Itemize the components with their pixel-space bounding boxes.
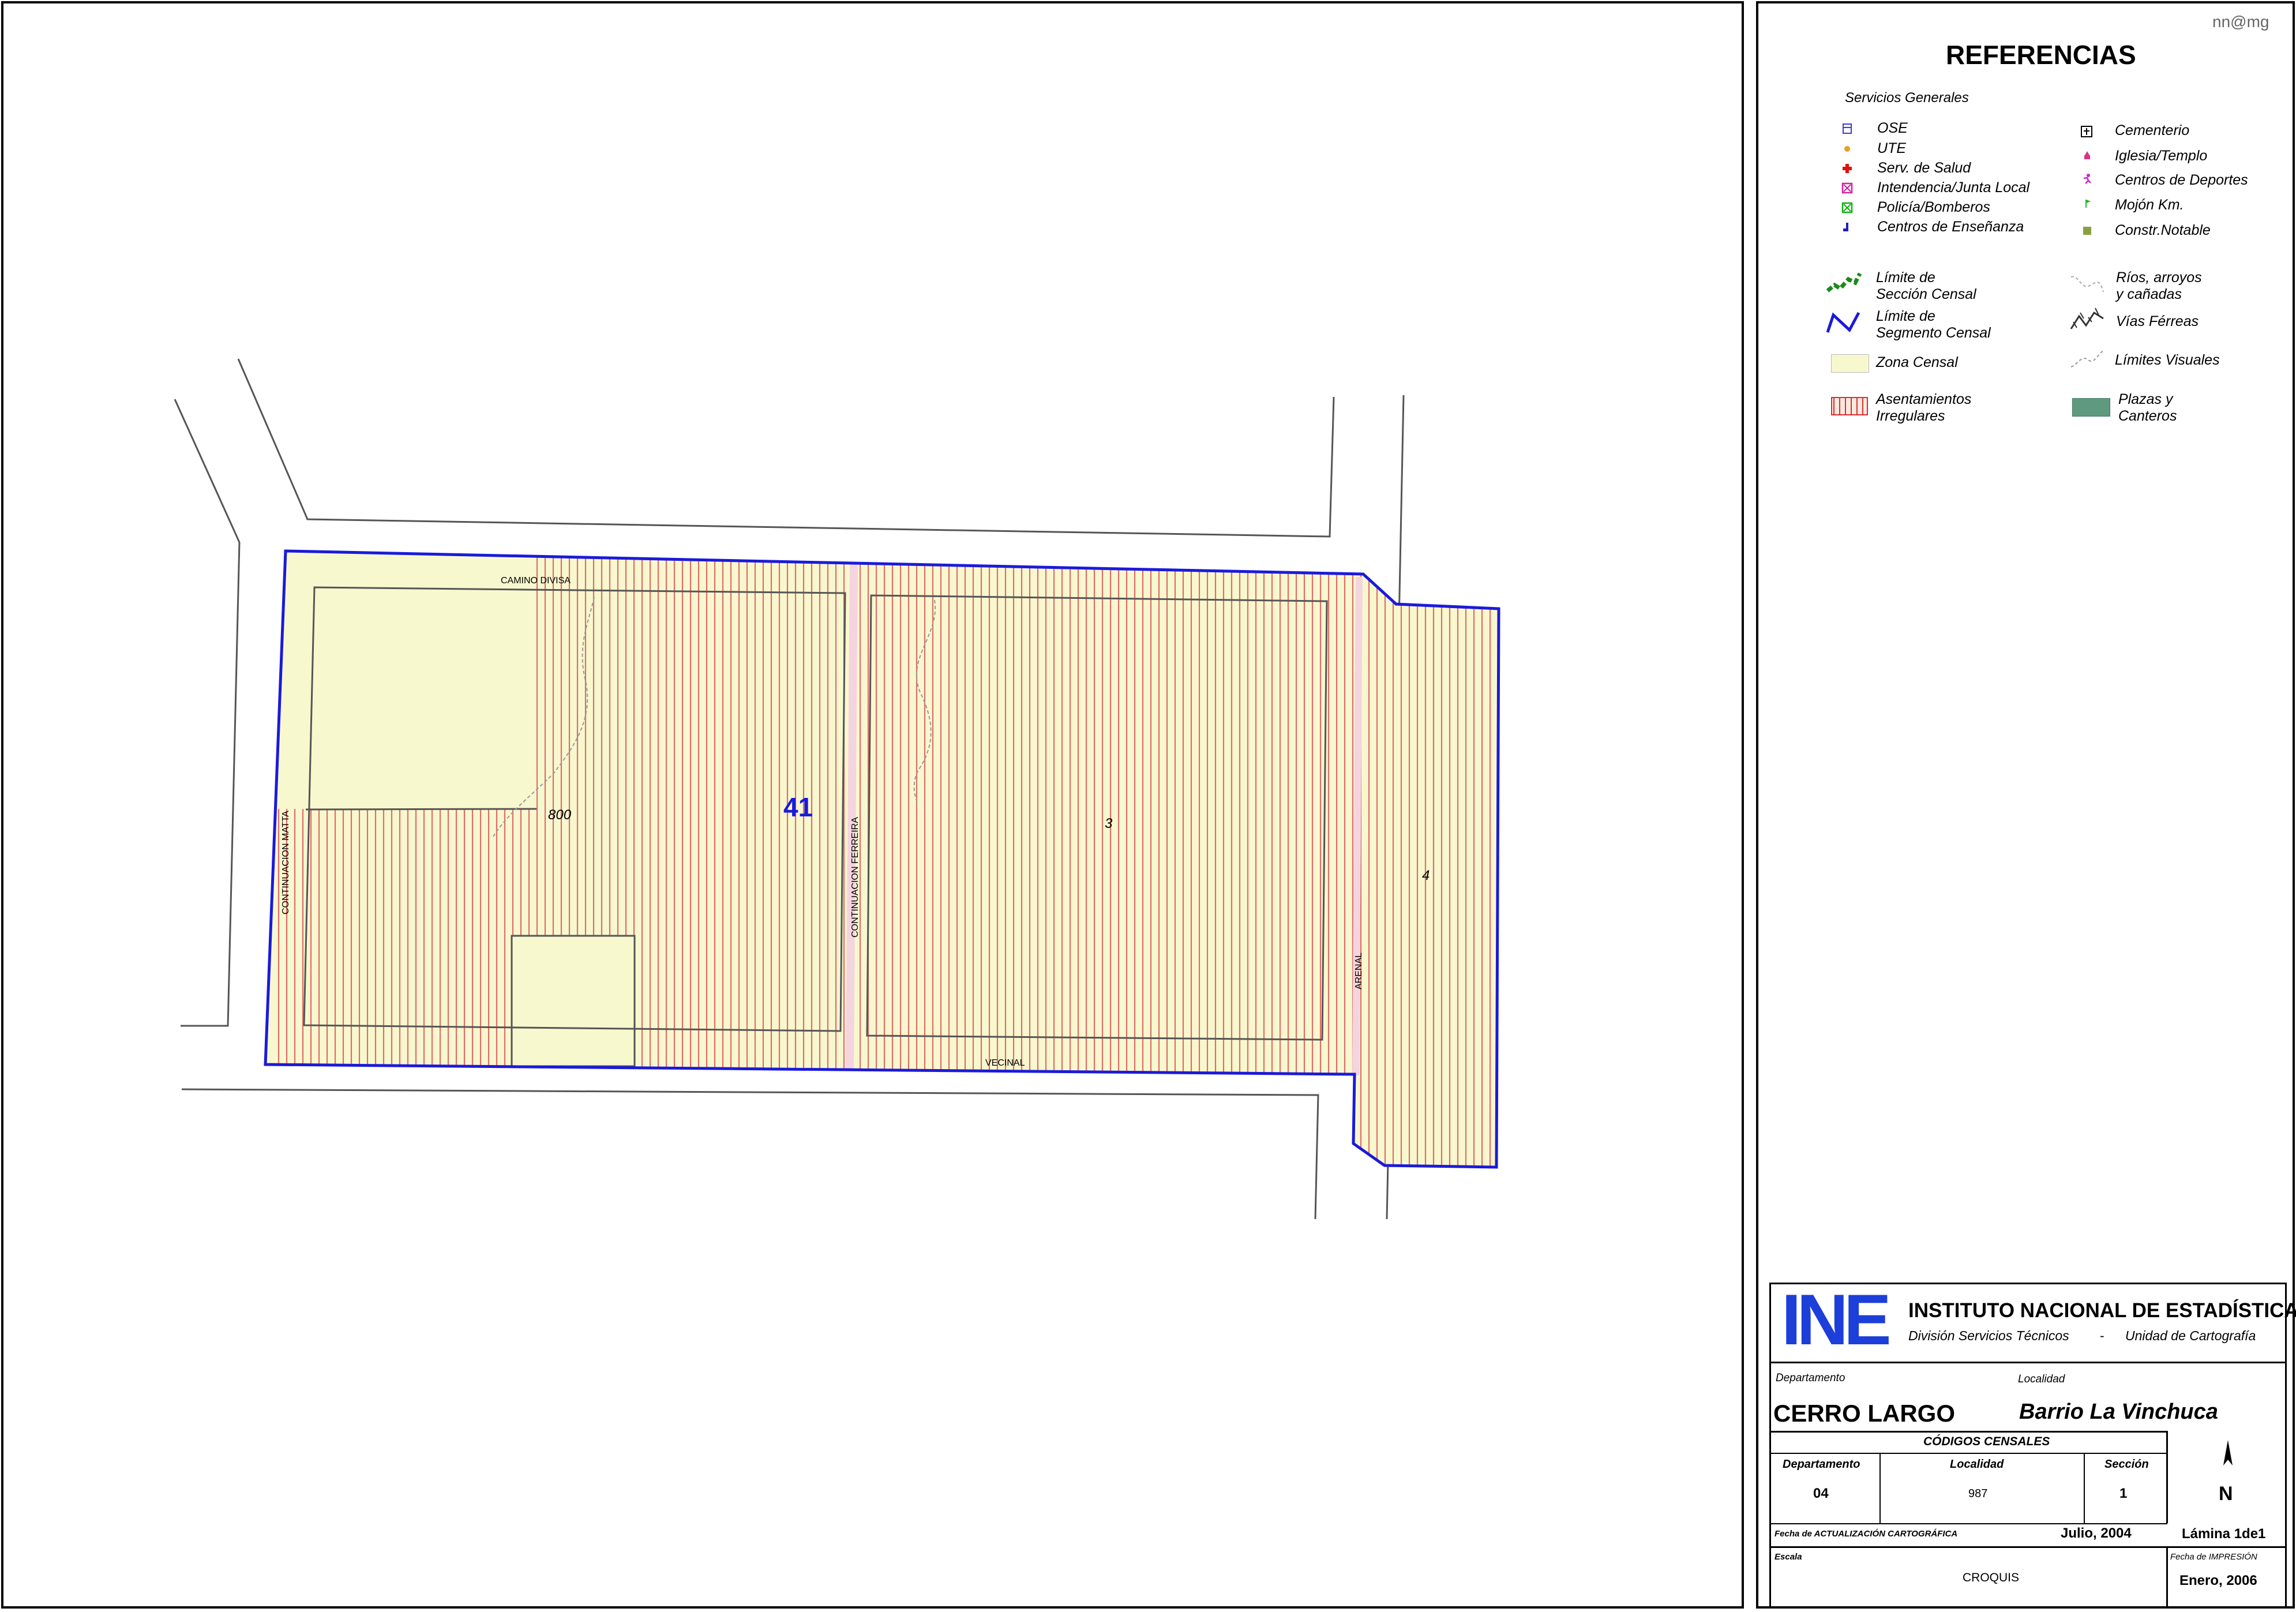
service-ensenanza: Centros de Enseñanza bbox=[1877, 219, 2024, 235]
lamina: Lámina 1de1 bbox=[2182, 1526, 2266, 1542]
legend-plazas-1: Plazas y bbox=[2118, 391, 2173, 407]
service-policia: Policía/Bomberos bbox=[1877, 199, 1990, 215]
zone-label-3: 3 bbox=[1105, 816, 1113, 831]
street-label-vecinal: VECINAL bbox=[985, 1058, 1025, 1068]
legend-plazas-2: Canteros bbox=[2118, 408, 2177, 424]
sports-icon bbox=[2083, 174, 2091, 184]
railway-icon bbox=[2070, 308, 2104, 329]
legend-section-limit-2: Sección Censal bbox=[1876, 286, 1976, 302]
escala-value: CROQUIS bbox=[1963, 1571, 2020, 1584]
school-icon bbox=[1843, 223, 1848, 231]
fecha-act-label: Fecha de ACTUALIZACIÓN CARTOGRÁFICA bbox=[1774, 1529, 1958, 1539]
intendencia-icon bbox=[1841, 182, 1853, 194]
escala-label: Escala bbox=[1774, 1552, 1802, 1562]
code-dep-value: 04 bbox=[1813, 1486, 1829, 1501]
ine-logo: INE bbox=[1781, 1280, 1892, 1360]
zone-label-800: 800 bbox=[548, 807, 572, 823]
zone-label-4: 4 bbox=[1422, 868, 1430, 883]
church-icon bbox=[2084, 151, 2090, 159]
fecha-imp-value: Enero, 2006 bbox=[2179, 1573, 2257, 1588]
fecha-imp-label: Fecha de IMPRESIÓN bbox=[2170, 1552, 2257, 1562]
org-sub-right: Unidad de Cartografía bbox=[2125, 1328, 2256, 1343]
asentamientos-swatch bbox=[1831, 397, 1868, 415]
section-limit-icon bbox=[1826, 272, 1862, 293]
visual-limits-icon bbox=[2070, 350, 2104, 368]
org-sub-left: División Servicios Técnicos bbox=[1908, 1328, 2069, 1343]
legend-title: REFERENCIAS bbox=[1946, 40, 2136, 70]
cemetery-icon bbox=[2081, 126, 2092, 137]
street-label-arenal: ARENAL bbox=[1354, 953, 1364, 989]
services-heading: Servicios Generales bbox=[1845, 90, 1969, 106]
legend-zona-censal: Zona Censal bbox=[1876, 354, 1958, 370]
departamento-value: CERRO LARGO bbox=[1773, 1400, 1955, 1427]
km-marker-icon bbox=[2085, 200, 2091, 208]
localidad-value: Barrio La Vinchuca bbox=[2019, 1400, 2218, 1424]
notable-building-icon bbox=[2083, 227, 2091, 235]
police-icon bbox=[1841, 202, 1853, 213]
rivers-icon bbox=[2070, 276, 2104, 293]
departamento-label: Departamento bbox=[1776, 1372, 1845, 1384]
segment-limit-icon bbox=[1826, 312, 1860, 333]
escala-rule bbox=[1769, 1546, 2287, 1548]
health-cross-icon bbox=[1843, 164, 1852, 173]
legend-asentamientos-1: Asentamientos bbox=[1876, 391, 1972, 407]
census-map[interactable]: CAMINO DIVISA CONTINUACION MATTA CONTINU… bbox=[0, 0, 1748, 1612]
service-cementerio: Cementerio bbox=[2115, 122, 2190, 138]
plazas-swatch bbox=[2072, 398, 2110, 417]
service-ose: OSE bbox=[1877, 120, 1908, 136]
service-mojon: Mojón Km. bbox=[2115, 197, 2184, 213]
service-salud: Serv. de Salud bbox=[1877, 160, 1971, 176]
segment-number: 41 bbox=[783, 792, 813, 822]
service-intendencia: Intendencia/Junta Local bbox=[1877, 179, 2030, 196]
legend-vias: Vías Férreas bbox=[2116, 313, 2199, 329]
codes-col-sep-3 bbox=[2166, 1431, 2168, 1523]
legend-section-limit-1: Límite de bbox=[1876, 269, 1935, 286]
code-loc-label: Localidad bbox=[1950, 1458, 2004, 1471]
legend-rios-1: Ríos, arroyos bbox=[2116, 269, 2202, 286]
zona-censal-swatch bbox=[1831, 354, 1869, 373]
escala-sep bbox=[2166, 1546, 2168, 1609]
org-name: INSTITUTO NACIONAL DE ESTADÍSTICA bbox=[1908, 1299, 2296, 1322]
service-constr-notable: Constr.Notable bbox=[2115, 222, 2211, 238]
legend-rios-2: y cañadas bbox=[2116, 286, 2182, 302]
service-ute: UTE bbox=[1877, 140, 1906, 156]
codes-col-sep-1 bbox=[1879, 1453, 1881, 1523]
legend-limites-visuales: Límites Visuales bbox=[2115, 352, 2220, 368]
org-sub-sep: - bbox=[2100, 1328, 2104, 1343]
north-arrow-icon bbox=[2223, 1440, 2233, 1465]
codes-heading: CÓDIGOS CENSALES bbox=[1923, 1435, 2050, 1448]
street-label-continuacion-matta: CONTINUACION MATTA bbox=[281, 811, 291, 914]
ose-icon bbox=[1843, 123, 1852, 134]
legend-asentamientos-2: Irregulares bbox=[1876, 408, 1945, 424]
author-tag: nn@mg bbox=[2212, 13, 2269, 31]
north-label: N bbox=[2219, 1483, 2233, 1505]
codes-col-sep-2 bbox=[2084, 1453, 2085, 1523]
codes-heading-rule bbox=[1769, 1453, 2167, 1454]
code-dep-label: Departamento bbox=[1783, 1458, 1860, 1471]
street-label-camino-divisa: CAMINO DIVISA bbox=[501, 576, 571, 586]
street-label-continuacion-ferreira: CONTINUACION FERREIRA bbox=[850, 817, 860, 938]
code-sec-label: Sección bbox=[2104, 1458, 2149, 1471]
localidad-label: Localidad bbox=[2018, 1373, 2065, 1385]
legend-segment-limit-1: Límite de bbox=[1876, 308, 1935, 324]
fecha-act-value: Julio, 2004 bbox=[2061, 1525, 2132, 1541]
code-sec-value: 1 bbox=[2119, 1486, 2128, 1501]
ute-icon bbox=[1844, 146, 1850, 152]
fecha-act-rule bbox=[1769, 1523, 2167, 1524]
code-loc-value: 987 bbox=[1968, 1487, 1988, 1500]
legend-segment-limit-2: Segmento Censal bbox=[1876, 325, 1991, 341]
service-iglesia: Iglesia/Templo bbox=[2115, 148, 2208, 164]
service-deportes: Centros de Deportes bbox=[2115, 172, 2248, 188]
